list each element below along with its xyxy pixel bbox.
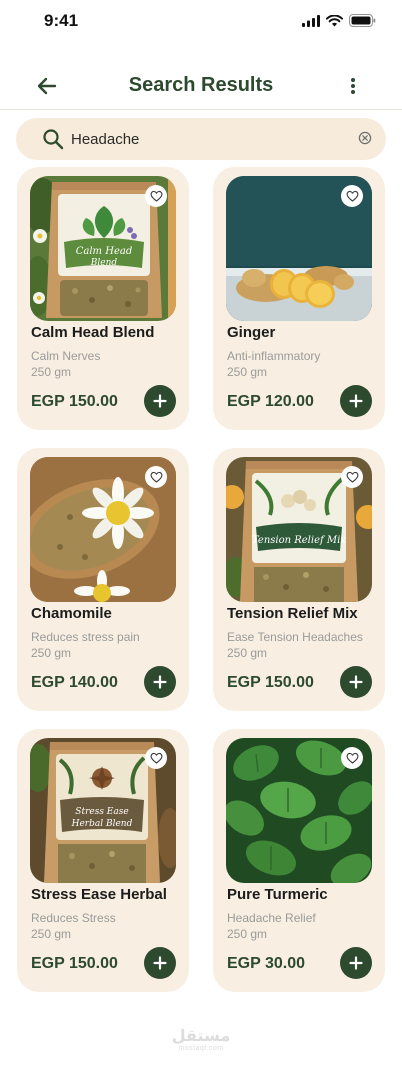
- product-weight: 250 gm: [227, 927, 268, 941]
- add-to-cart-button[interactable]: [340, 947, 372, 979]
- pouch-label-line1: Stress Ease: [75, 807, 128, 817]
- plus-icon: [153, 956, 167, 970]
- product-name: Calm Head Blend: [31, 324, 155, 341]
- plus-icon: [153, 675, 167, 689]
- add-to-cart-button[interactable]: [340, 666, 372, 698]
- page-title: Search Results: [128, 74, 274, 96]
- pouch-label-line2: Blend: [90, 258, 118, 268]
- product-card[interactable]: Ginger Anti-inflammatory 250 gm EGP 120.…: [213, 167, 385, 430]
- product-card[interactable]: Stress Ease Herbal Blend Stress Ease Her…: [17, 729, 189, 992]
- product-weight: 250 gm: [227, 646, 268, 660]
- favorite-button[interactable]: [341, 466, 363, 488]
- watermark-logo: مستقل: [171, 1026, 231, 1045]
- pouch-label-line1: Calm Head: [76, 246, 132, 257]
- watermark: مستقل mostaql.com: [0, 1026, 402, 1053]
- product-price: EGP 150.00: [31, 393, 118, 410]
- heart-icon: [150, 190, 162, 202]
- pouch-label-line1: Tension Relief Mix: [252, 535, 346, 546]
- product-description: Calm Nerves: [31, 349, 101, 363]
- product-name: Pure Turmeric: [227, 886, 328, 903]
- heart-icon: [346, 752, 358, 764]
- heart-icon: [346, 471, 358, 483]
- product-weight: 250 gm: [227, 365, 268, 379]
- product-price: EGP 150.00: [227, 674, 314, 691]
- product-image: Stress Ease Herbal Blend: [30, 738, 176, 883]
- product-image: [30, 457, 176, 602]
- product-price: EGP 150.00: [31, 955, 118, 972]
- app-header: Search Results: [0, 62, 402, 110]
- heart-icon: [150, 471, 162, 483]
- product-name: Ginger: [227, 324, 276, 341]
- plus-icon: [349, 675, 363, 689]
- product-weight: 250 gm: [31, 927, 72, 941]
- favorite-button[interactable]: [145, 466, 167, 488]
- product-weight: 250 gm: [31, 365, 72, 379]
- favorite-button[interactable]: [145, 747, 167, 769]
- status-icons: [302, 14, 376, 27]
- product-image: [226, 176, 372, 321]
- plus-icon: [349, 956, 363, 970]
- wifi-icon: [326, 14, 343, 26]
- product-price: EGP 30.00: [227, 955, 305, 972]
- favorite-button[interactable]: [145, 185, 167, 207]
- product-description: Ease Tension Headaches: [227, 630, 363, 644]
- product-price: EGP 120.00: [227, 393, 314, 410]
- product-description: Reduces Stress: [31, 911, 116, 925]
- clear-circle-icon: [358, 131, 372, 145]
- plus-icon: [349, 394, 363, 408]
- product-description: Reduces stress pain: [31, 630, 140, 644]
- status-bar: 9:41: [0, 0, 402, 44]
- watermark-site: mostaql.com: [178, 1045, 224, 1052]
- add-to-cart-button[interactable]: [144, 385, 176, 417]
- product-card[interactable]: Chamomile Reduces stress pain 250 gm EGP…: [17, 448, 189, 711]
- product-price: EGP 140.00: [31, 674, 118, 691]
- product-description: Anti-inflammatory: [227, 349, 321, 363]
- add-to-cart-button[interactable]: [144, 666, 176, 698]
- product-name: Chamomile: [31, 605, 112, 622]
- product-weight: 250 gm: [31, 646, 72, 660]
- heart-icon: [346, 190, 358, 202]
- plus-icon: [153, 394, 167, 408]
- status-time: 9:41: [44, 11, 79, 30]
- product-name: Stress Ease Herbal: [31, 886, 167, 903]
- search-input[interactable]: [71, 126, 341, 152]
- clear-search-button[interactable]: [358, 131, 372, 150]
- more-vertical-icon: [351, 78, 355, 94]
- product-card[interactable]: Calm Head Blend Calm Head Blend Calm Ner…: [17, 167, 189, 430]
- add-to-cart-button[interactable]: [144, 947, 176, 979]
- product-image: [226, 738, 372, 883]
- product-image: Calm Head Blend: [30, 176, 176, 321]
- pouch-label-line2: Herbal Blend: [71, 819, 133, 829]
- product-name: Tension Relief Mix: [227, 605, 358, 622]
- favorite-button[interactable]: [341, 185, 363, 207]
- favorite-button[interactable]: [341, 747, 363, 769]
- signal-icon: [302, 14, 320, 27]
- search-bar: [16, 118, 386, 160]
- product-card[interactable]: Pure Turmeric Headache Relief 250 gm EGP…: [213, 729, 385, 992]
- more-options-button[interactable]: [346, 74, 360, 98]
- product-card[interactable]: Tension Relief Mix Tension Relief Mix Ea…: [213, 448, 385, 711]
- battery-icon: [349, 14, 376, 27]
- product-image: Tension Relief Mix: [226, 457, 372, 602]
- product-description: Headache Relief: [227, 911, 316, 925]
- add-to-cart-button[interactable]: [340, 385, 372, 417]
- search-icon: [43, 129, 64, 150]
- heart-icon: [150, 752, 162, 764]
